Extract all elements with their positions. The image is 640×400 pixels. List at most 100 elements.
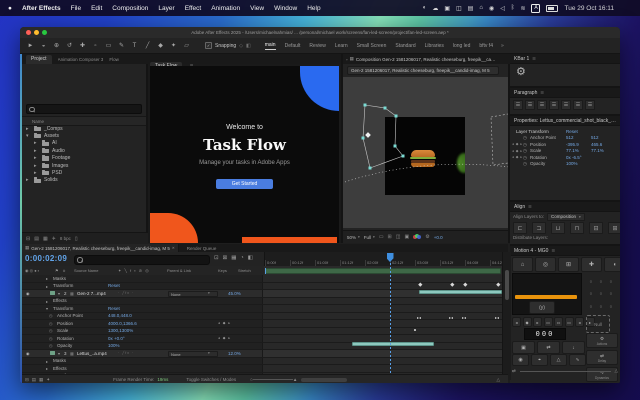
track-lane[interactable] xyxy=(262,298,503,305)
track-lane[interactable] xyxy=(262,350,503,357)
tool-icon[interactable]: ◆ xyxy=(156,42,165,49)
grid-guides-icon[interactable]: ⊞ xyxy=(388,234,392,240)
twirl-icon[interactable]: ▸ xyxy=(26,126,29,132)
property-value-y[interactable]: 77.1% xyxy=(591,148,604,153)
project-tree-item[interactable]: ▸ AI xyxy=(22,140,146,147)
reset-link[interactable]: Reset xyxy=(108,306,120,311)
status-icon[interactable]: ◐ xyxy=(423,5,427,11)
twirl-icon[interactable]: ▸ xyxy=(34,163,37,169)
timeline-option-icon[interactable]: ⊠ xyxy=(223,255,228,261)
row-label[interactable]: Masks xyxy=(53,276,66,281)
paragraph-align-button[interactable]: ☰ xyxy=(561,100,571,110)
twirl-icon[interactable]: ▾ xyxy=(26,133,29,139)
track-lane[interactable] xyxy=(262,320,503,327)
apple-menu-icon[interactable]: ● xyxy=(8,5,12,12)
paragraph-align-button[interactable]: ☰ xyxy=(525,100,535,110)
twirl-icon[interactable]: ▸ xyxy=(46,276,48,281)
view-layout-icon[interactable]: ◫ xyxy=(396,234,401,240)
align-title[interactable]: Align xyxy=(514,204,525,210)
layer-switches[interactable]: · ╱fx · xyxy=(118,351,134,355)
kbar-title[interactable]: KBar 1 xyxy=(514,56,529,62)
timeline-row[interactable]: ◷ Opacity 100% xyxy=(22,343,502,351)
stopwatch-icon[interactable]: ◷ xyxy=(49,343,53,348)
menubar-clock[interactable]: Tue 29 Oct 16:11 xyxy=(564,5,614,12)
gear-icon[interactable]: ⚙ xyxy=(425,234,429,240)
keyframe-nav-icons[interactable]: ◂ ◆ ▸ xyxy=(218,321,231,325)
row-label[interactable]: Anchor Point xyxy=(57,313,83,318)
timeline-row[interactable]: ◉ ▾ 2 ▦ Gen-2 7...mp4 · ╱fx · None ▾ 45.… xyxy=(22,290,502,298)
keyframe-nav-icons[interactable]: ◂ ◆ ▸ xyxy=(218,336,231,340)
property-value-x[interactable]: 100% xyxy=(566,161,578,166)
motion-stepper-button[interactable]: ◆ xyxy=(523,317,532,327)
twirl-icon[interactable]: ▾ xyxy=(58,291,60,296)
mask-and-motion-path-overlay[interactable] xyxy=(343,77,508,228)
layer-color-chip[interactable] xyxy=(50,291,55,295)
motion-preview-box[interactable]: (y) xyxy=(512,273,582,315)
playhead-line[interactable] xyxy=(390,259,391,375)
grid-option-icon[interactable]: ◧ xyxy=(246,43,251,49)
timeline-row[interactable]: ▸ Masks xyxy=(22,275,502,283)
wifi-icon[interactable]: ≋ xyxy=(520,5,525,12)
tool-icon[interactable]: ✎ xyxy=(117,42,126,49)
align-button[interactable]: ⊓ xyxy=(570,222,584,234)
parent-link-column-label[interactable]: Parent & Link xyxy=(167,268,191,273)
align-button[interactable]: ⊔ xyxy=(551,222,565,234)
align-button[interactable]: ⊟ xyxy=(589,222,603,234)
input-source-icon[interactable]: A xyxy=(531,4,540,13)
motion-orange-slider[interactable] xyxy=(515,295,577,299)
menu-help[interactable]: Help xyxy=(307,5,320,12)
track-lane[interactable] xyxy=(262,328,503,335)
property-value-y[interactable]: 465.6 xyxy=(591,142,602,147)
window-icon[interactable]: ◫ xyxy=(456,5,462,12)
align-button[interactable]: ⊏ xyxy=(513,222,527,234)
twirl-icon[interactable]: ▸ xyxy=(34,155,37,161)
timeline-row[interactable]: ◉ ▾ 3 ▦ Lettus_..a.mp4 · ╱fx · None ▾ 12… xyxy=(22,350,502,358)
align-to-dropdown[interactable]: Composition▾ xyxy=(547,213,585,221)
tool-icon[interactable]: ▭ xyxy=(104,42,113,49)
row-label[interactable]: Transform xyxy=(53,283,73,288)
viewer-viewport[interactable] xyxy=(343,77,508,228)
track-lane[interactable] xyxy=(262,290,503,297)
tool-icon[interactable]: ◒ xyxy=(39,43,48,49)
comp-marker-icon[interactable]: △ xyxy=(497,377,500,383)
workspace-tab[interactable]: long led xyxy=(453,43,471,49)
project-tree-item[interactable]: ▾ Assets xyxy=(22,132,146,139)
keyframe-nav-icons[interactable]: ◂ ◆ ▸ xyxy=(512,155,523,159)
stretch-value[interactable]: 12.0% xyxy=(228,351,241,356)
motion-small-button[interactable]: △ xyxy=(550,354,567,366)
close-window-button[interactable] xyxy=(26,30,31,35)
transform-property-row[interactable]: ◷ Opacity 100% xyxy=(510,161,620,168)
menu-app[interactable]: After Effects xyxy=(22,5,61,12)
menu-view[interactable]: View xyxy=(250,5,264,12)
motion-stepper-button[interactable]: ▭ xyxy=(565,317,574,327)
project-tree-item[interactable]: ▸ Audio xyxy=(22,147,146,154)
menu-animation[interactable]: Animation xyxy=(211,5,240,12)
row-label[interactable]: Opacity xyxy=(57,343,72,348)
paragraph-align-button[interactable]: ☰ xyxy=(549,100,559,110)
display-icon[interactable]: ▤ xyxy=(468,5,474,12)
twirl-icon[interactable]: ▸ xyxy=(26,177,29,183)
project-tree-item[interactable]: ▸ PSD xyxy=(22,169,146,176)
paragraph-title[interactable]: Paragraph xyxy=(514,90,537,96)
zoom-window-button[interactable] xyxy=(42,30,47,35)
twirl-icon[interactable]: ▸ xyxy=(46,366,48,371)
project-search-input[interactable] xyxy=(26,104,142,114)
motion-stepper-button[interactable]: ◂ xyxy=(575,317,584,327)
eye-icon[interactable]: ◉ xyxy=(26,291,30,296)
twirl-icon[interactable]: ▸ xyxy=(46,359,48,364)
timeline-option-icon[interactable]: ◧ xyxy=(248,255,253,261)
triangle-icon[interactable]: △ xyxy=(615,368,618,374)
twirl-icon[interactable]: ▸ xyxy=(34,170,37,176)
current-timecode[interactable]: 0:00:02:09 xyxy=(25,254,67,263)
motion-stepper-button[interactable]: ▸ xyxy=(533,317,542,327)
timeline-option-icon[interactable]: ◔ xyxy=(240,255,243,261)
pixel-aspect-icon[interactable]: ▣ xyxy=(404,234,409,240)
motion-null-target[interactable]: Null xyxy=(586,315,610,333)
project-tree-item[interactable]: ▸ Images xyxy=(22,162,146,169)
stopwatch-icon[interactable]: ◷ xyxy=(49,321,53,326)
track-lane[interactable] xyxy=(262,358,503,365)
stopwatch-icon[interactable]: ◷ xyxy=(49,336,53,341)
row-label[interactable]: Scale xyxy=(57,328,68,333)
panel-menu-icon[interactable]: ☰ xyxy=(528,204,532,209)
row-label[interactable]: Effects xyxy=(53,298,67,303)
